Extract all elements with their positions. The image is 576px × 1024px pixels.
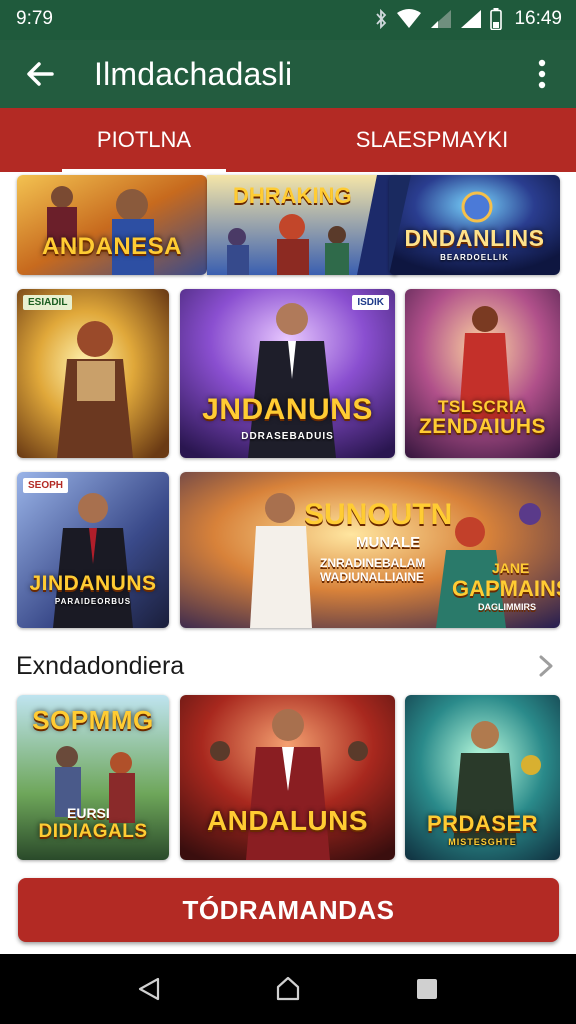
system-nav-bar: [0, 954, 576, 1024]
section-more-button[interactable]: [532, 652, 560, 680]
card-right-title-2: GAPMAINS: [452, 576, 560, 601]
square-recents-icon: [416, 979, 437, 999]
tab-label: SLAESPMAYKI: [355, 127, 509, 152]
game-card-zendaiuhs[interactable]: TSLSCRIA ZENDAIUHS: [405, 289, 560, 458]
card-title-line2: ZENDAIUHS: [418, 415, 546, 438]
card-title: ANDALUNS: [206, 805, 369, 836]
overflow-menu-button[interactable]: [522, 52, 562, 96]
game-card-jindanuns[interactable]: SEOPH JINDANUNS PARAIDEORBUS: [17, 472, 169, 628]
app-title: Ilmdachadasli: [94, 56, 293, 92]
game-card-sunoutn[interactable]: SUNOUTN MUNALE ZNRADINEBALAM WADIUNALLIA…: [180, 472, 560, 628]
game-card-prdaser[interactable]: PRDASER MISTESGHTE: [405, 695, 560, 860]
card-art: [17, 289, 169, 458]
card-badge: ISDIK: [352, 295, 389, 310]
circle-home-icon: [276, 976, 300, 1001]
game-card-warrior[interactable]: ESIADIL: [17, 289, 169, 458]
content-area: ANDANESA DHRAKING DNDANLINS BEARDOELLIK: [0, 172, 576, 954]
status-time: 9:79: [16, 8, 53, 29]
card-title: DHRAKING: [233, 183, 352, 208]
card-subtitle: PARAIDEORBUS: [54, 597, 132, 606]
signal-icon: [461, 10, 482, 28]
primary-action-button[interactable]: TÓDRAMANDAS: [18, 878, 559, 942]
card-title-line1: TSLSCRIA: [438, 397, 527, 416]
game-card-dndanlins[interactable]: DNDANLINS BEARDOELLIK: [389, 175, 560, 275]
wifi-icon: [397, 9, 422, 28]
card-title: DNDANLINS: [404, 225, 545, 251]
card-line-3: DIDIAGALS: [38, 821, 148, 842]
tab-slaespmayki[interactable]: SLAESPMAYKI: [288, 108, 576, 172]
section-title: Exndadondiera: [16, 651, 185, 680]
card-title: JNDANUNS: [202, 393, 373, 426]
card-title: PRDASER: [426, 811, 539, 836]
tab-piotlna[interactable]: PIOTLNA: [0, 108, 288, 172]
tab-bar: PIOTLNA SLAESPMAYKI: [0, 108, 576, 172]
status-bar: 9:79 16:49: [0, 0, 576, 40]
card-line-2: MUNALE: [356, 534, 421, 551]
game-card-andanesa[interactable]: ANDANESA: [17, 175, 207, 275]
game-card-sopmmg[interactable]: SOPMMG EURSI DIDIAGALS: [17, 695, 169, 860]
game-card-andaluns[interactable]: ANDALUNS: [180, 695, 395, 860]
game-card-jndanuns[interactable]: ISDIK JNDANUNS DDRASEBADUIS: [180, 289, 395, 458]
game-card-dhraking[interactable]: DHRAKING: [207, 175, 397, 275]
card-right-title-1: JANE: [492, 560, 530, 576]
nav-home-button[interactable]: [266, 967, 310, 1011]
card-subtitle: BEARDOELLIK: [440, 253, 509, 262]
status-icons: 16:49: [374, 6, 562, 32]
app-bar: Ilmdachadasli: [0, 40, 576, 108]
signal-icon: [431, 10, 452, 28]
nav-back-button[interactable]: [127, 967, 171, 1011]
more-vert-icon: [538, 59, 546, 89]
triangle-back-icon: [139, 977, 160, 1001]
battery-icon: [490, 8, 503, 30]
card-subtitle: MISTESGHTE: [448, 837, 517, 847]
bluetooth-icon: [376, 9, 387, 29]
section-header[interactable]: Exndadondiera: [16, 650, 560, 682]
back-button[interactable]: [18, 52, 62, 96]
status-clock: 16:49: [514, 8, 562, 29]
card-line-2: EURSI: [67, 805, 110, 821]
card-title: ANDANESA: [41, 233, 182, 260]
card-right-sub: DAGLIMMIRS: [478, 602, 536, 612]
card-title: SOPMMG: [32, 705, 154, 735]
card-badge: ESIADIL: [23, 295, 73, 310]
card-line-3: ZNRADINEBALAM: [320, 556, 426, 570]
card-line-4: WADIUNALLIAINE: [320, 570, 424, 584]
nav-recents-button[interactable]: [405, 967, 449, 1011]
chevron-right-icon: [539, 655, 553, 677]
card-badge: SEOPH: [23, 478, 69, 493]
tab-label: PIOTLNA: [96, 127, 192, 152]
card-title: SUNOUTN: [304, 498, 453, 531]
arrow-left-icon: [27, 62, 54, 86]
card-subtitle: DDRASEBADUIS: [241, 431, 334, 442]
card-title: JINDANUNS: [29, 572, 157, 595]
